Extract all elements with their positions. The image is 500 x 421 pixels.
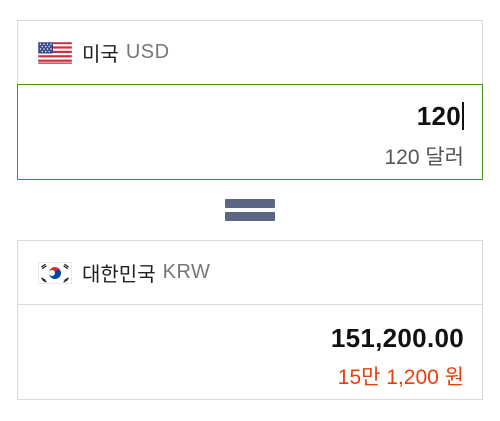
from-amount-field[interactable]: 120 120 달러 — [17, 84, 483, 180]
equals-icon — [225, 197, 275, 223]
to-currency-selector[interactable]: 대한민국 KRW — [17, 240, 483, 304]
from-amount-value: 120 — [416, 100, 461, 131]
from-amount-input[interactable]: 120 — [417, 99, 464, 133]
from-country-name: 미국 — [82, 44, 119, 66]
from-currency-selector[interactable]: 미국 USD — [17, 20, 483, 84]
to-currency-code: KRW — [162, 261, 211, 283]
from-amount-words: 120 달러 — [384, 146, 464, 169]
us-flag-icon — [37, 41, 73, 64]
text-caret — [462, 102, 464, 130]
to-country-name: 대한민국 — [82, 264, 156, 286]
to-amount-value: 151,200.00 — [330, 323, 464, 353]
to-amount-words: 15만 1,200 원 — [337, 366, 464, 389]
kr-flag-icon — [37, 261, 73, 284]
to-amount-field: 151,200.00 15만 1,200 원 — [17, 304, 483, 400]
from-currency-code: USD — [125, 41, 170, 63]
